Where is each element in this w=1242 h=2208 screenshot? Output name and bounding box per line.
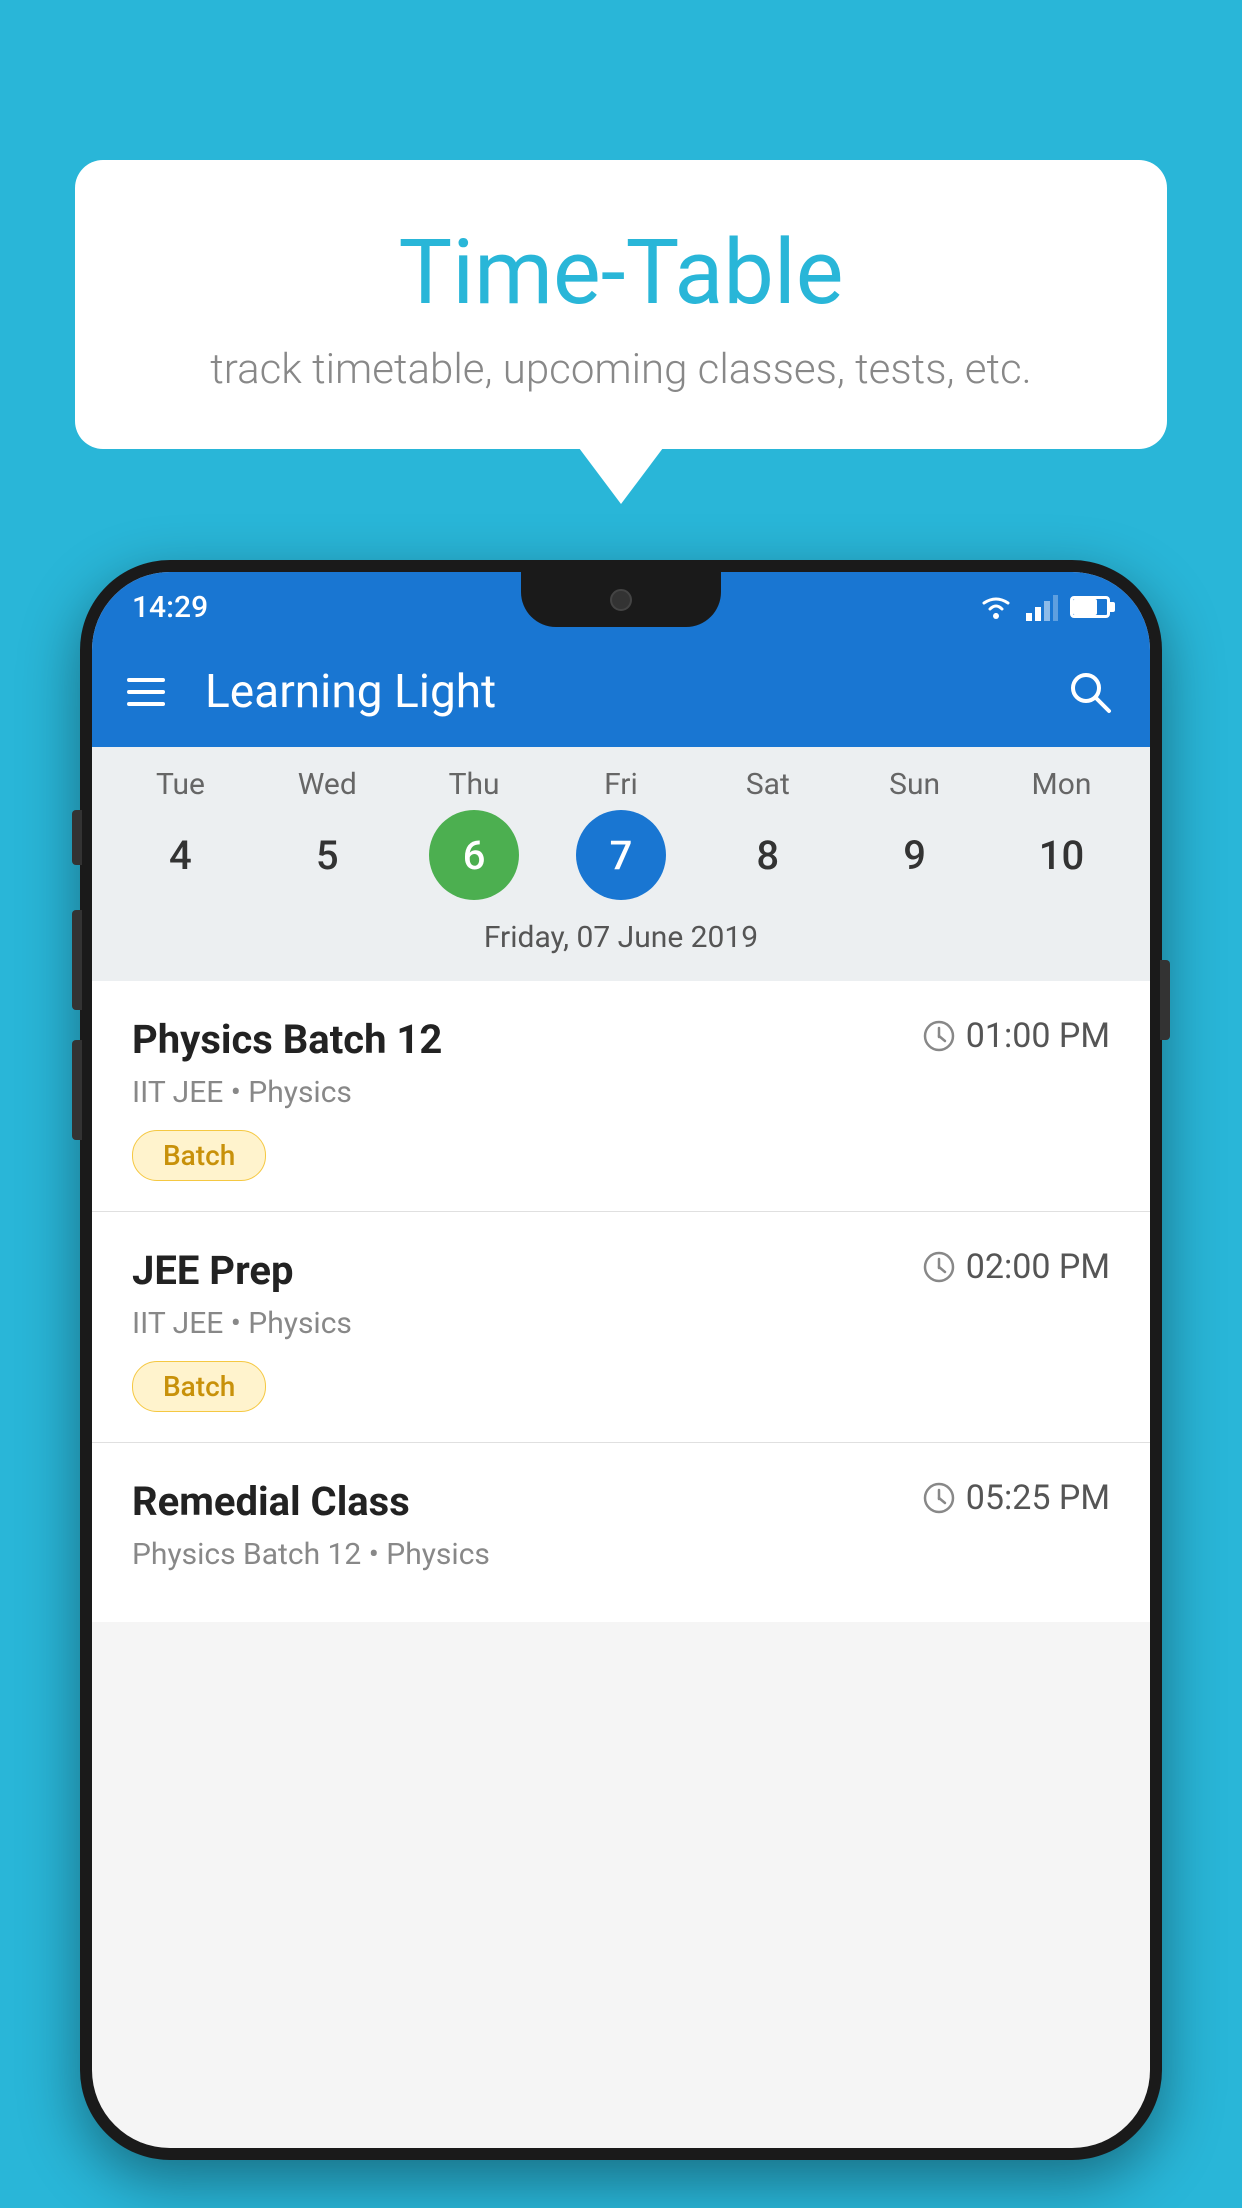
app-bar: Learning Light: [92, 637, 1150, 747]
wifi-icon: [978, 593, 1014, 621]
side-button-left-1: [72, 810, 82, 865]
class-name-3: Remedial Class: [132, 1478, 410, 1525]
class-card-1[interactable]: Physics Batch 12 01:00 PM IIT JEE • Phys…: [92, 981, 1150, 1212]
phone-container: 14:29: [80, 560, 1162, 2208]
camera-dot: [610, 589, 632, 611]
day-4[interactable]: 4: [135, 810, 225, 900]
search-button[interactable]: [1065, 667, 1115, 717]
day-8[interactable]: 8: [723, 810, 813, 900]
day-label-thu: Thu: [409, 767, 539, 802]
time-text-2: 02:00 PM: [966, 1247, 1110, 1287]
selected-date-label: Friday, 07 June 2019: [92, 912, 1150, 971]
clock-icon-3: [922, 1481, 956, 1515]
app-title: Learning Light: [205, 665, 1035, 719]
day-label-tue: Tue: [115, 767, 245, 802]
classes-list: Physics Batch 12 01:00 PM IIT JEE • Phys…: [92, 981, 1150, 1622]
day-labels: Tue Wed Thu Fri Sat Sun Mon: [92, 767, 1150, 802]
class-meta-1: IIT JEE • Physics: [132, 1075, 1110, 1110]
status-icons: [978, 593, 1110, 621]
day-7-selected[interactable]: 7: [576, 810, 666, 900]
class-header-1: Physics Batch 12 01:00 PM: [132, 1016, 1110, 1063]
side-button-volume-down: [72, 1040, 82, 1140]
day-label-sat: Sat: [703, 767, 833, 802]
phone-outer: 14:29: [80, 560, 1162, 2160]
class-header-3: Remedial Class 05:25 PM: [132, 1478, 1110, 1525]
battery-icon: [1070, 596, 1110, 618]
speech-bubble: Time-Table track timetable, upcoming cla…: [75, 160, 1167, 449]
class-card-2[interactable]: JEE Prep 02:00 PM IIT JEE • Physics Batc…: [92, 1212, 1150, 1443]
time-text-3: 05:25 PM: [966, 1478, 1110, 1518]
bubble-title: Time-Table: [125, 220, 1117, 325]
bubble-subtitle: track timetable, upcoming classes, tests…: [125, 345, 1117, 394]
time-text-1: 01:00 PM: [966, 1016, 1110, 1056]
class-time-2: 02:00 PM: [922, 1247, 1110, 1287]
class-time-1: 01:00 PM: [922, 1016, 1110, 1056]
day-9[interactable]: 9: [870, 810, 960, 900]
phone-notch: [521, 572, 721, 627]
day-5[interactable]: 5: [282, 810, 372, 900]
day-numbers: 4 5 6 7 8 9 10: [92, 810, 1150, 900]
class-meta-2: IIT JEE • Physics: [132, 1306, 1110, 1341]
clock-icon-2: [922, 1250, 956, 1284]
class-time-3: 05:25 PM: [922, 1478, 1110, 1518]
day-6-today[interactable]: 6: [429, 810, 519, 900]
hamburger-menu-icon[interactable]: [127, 678, 165, 706]
class-meta-3: Physics Batch 12 • Physics: [132, 1537, 1110, 1572]
day-label-sun: Sun: [850, 767, 980, 802]
side-button-power: [1160, 960, 1170, 1040]
side-button-volume-up: [72, 910, 82, 1010]
day-label-fri: Fri: [556, 767, 686, 802]
batch-badge-1: Batch: [132, 1130, 266, 1181]
class-name-1: Physics Batch 12: [132, 1016, 442, 1063]
day-label-mon: Mon: [996, 767, 1126, 802]
class-header-2: JEE Prep 02:00 PM: [132, 1247, 1110, 1294]
class-card-3[interactable]: Remedial Class 05:25 PM Physics Batch 12…: [92, 1443, 1150, 1622]
batch-badge-2: Batch: [132, 1361, 266, 1412]
clock-icon-1: [922, 1019, 956, 1053]
phone-screen: 14:29: [92, 572, 1150, 2148]
day-10[interactable]: 10: [1016, 810, 1106, 900]
day-label-wed: Wed: [262, 767, 392, 802]
signal-icon: [1026, 593, 1058, 621]
status-time: 14:29: [132, 590, 208, 625]
search-icon: [1065, 667, 1115, 717]
calendar-strip: Tue Wed Thu Fri Sat Sun Mon 4 5 6 7 8 9 …: [92, 747, 1150, 981]
class-name-2: JEE Prep: [132, 1247, 293, 1294]
